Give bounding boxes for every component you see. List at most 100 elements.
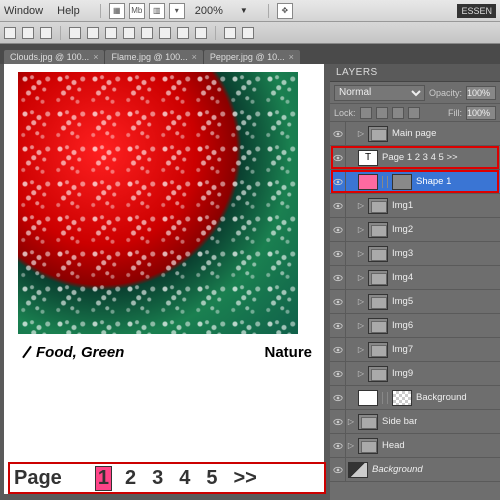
tool-icon[interactable] <box>224 27 236 39</box>
lock-all-icon[interactable] <box>408 107 420 119</box>
document[interactable]: Food, Green Nature Page 1 2 3 4 5 >> <box>4 64 324 494</box>
page-number[interactable]: 4 <box>177 467 192 490</box>
layer-row[interactable]: ▷Head <box>330 434 500 458</box>
disclosure-icon[interactable]: ▷ <box>356 345 366 354</box>
document-tab[interactable]: Pepper.jpg @ 10...× <box>204 50 300 64</box>
menu-window[interactable]: Window <box>4 5 43 17</box>
lock-pixels-icon[interactable] <box>376 107 388 119</box>
hand-icon[interactable]: ✥ <box>277 3 293 19</box>
layer-row[interactable]: ▷ Img1 <box>330 194 500 218</box>
layer-row[interactable]: TPage 1 2 3 4 5 >> <box>330 146 500 170</box>
tool-icon[interactable] <box>177 27 189 39</box>
zoom-level[interactable]: 200% <box>195 5 223 17</box>
visibility-eye-icon[interactable] <box>330 242 346 265</box>
tool-icon[interactable] <box>159 27 171 39</box>
tool-icon[interactable] <box>22 27 34 39</box>
disclosure-icon[interactable]: ▷ <box>356 273 366 282</box>
page-number[interactable]: 2 <box>123 467 138 490</box>
layer-name: Img1 <box>392 200 413 211</box>
page-number-active[interactable]: 1 <box>96 467 111 490</box>
disclosure-icon[interactable]: ▷ <box>356 225 366 234</box>
layer-row[interactable]: ▷Img7 <box>330 338 500 362</box>
link-icon <box>382 392 388 404</box>
disclosure-icon[interactable]: ▷ <box>356 321 366 330</box>
disclosure-icon[interactable]: ▷ <box>356 249 366 258</box>
shape-thumb <box>358 174 378 190</box>
tool-icon[interactable] <box>87 27 99 39</box>
visibility-eye-icon[interactable] <box>330 362 346 385</box>
visibility-eye-icon[interactable] <box>330 338 346 361</box>
layer-row[interactable]: ▷Side bar <box>330 410 500 434</box>
disclosure-icon[interactable]: ▷ <box>356 201 366 210</box>
visibility-eye-icon[interactable] <box>330 170 346 193</box>
zoom-dropdown-icon[interactable]: ▼ <box>240 6 248 15</box>
layer-row[interactable]: ▷ Main page <box>330 122 500 146</box>
folder-icon <box>368 126 388 142</box>
layer-row[interactable]: ▷ Img6 <box>330 314 500 338</box>
visibility-eye-icon[interactable] <box>330 218 346 241</box>
document-tab[interactable]: Flame.jpg @ 100... × <box>105 50 202 64</box>
tool-icon[interactable] <box>4 27 16 39</box>
visibility-eye-icon[interactable] <box>330 266 346 289</box>
tool-icon[interactable] <box>69 27 81 39</box>
visibility-eye-icon[interactable] <box>330 122 346 145</box>
page-next[interactable]: >> <box>231 467 258 490</box>
close-icon[interactable]: × <box>93 52 98 62</box>
close-icon[interactable]: × <box>289 52 294 62</box>
disclosure-icon[interactable]: ▷ <box>356 129 366 138</box>
workspace-label[interactable]: ESSEN <box>457 4 496 18</box>
page-number[interactable]: 5 <box>204 467 219 490</box>
tool-icon[interactable] <box>242 27 254 39</box>
layer-row[interactable]: Background <box>330 386 500 410</box>
layer-row[interactable]: Background <box>330 458 500 482</box>
menu-help[interactable]: Help <box>57 5 80 17</box>
lock-transparent-icon[interactable] <box>360 107 372 119</box>
visibility-eye-icon[interactable] <box>330 194 346 217</box>
layer-name: Img2 <box>392 224 413 235</box>
disclosure-icon[interactable]: ▷ <box>356 369 366 378</box>
view-extras-icon[interactable]: ▥ <box>149 3 165 19</box>
separator <box>60 26 61 40</box>
blend-mode-select[interactable]: Normal <box>334 85 425 101</box>
minibridge-icon[interactable]: Mb <box>129 3 145 19</box>
close-icon[interactable]: × <box>192 52 197 62</box>
layer-row[interactable]: ▷Img4 <box>330 266 500 290</box>
visibility-eye-icon[interactable] <box>330 458 346 481</box>
visibility-eye-icon[interactable] <box>330 386 346 409</box>
visibility-eye-icon[interactable] <box>330 314 346 337</box>
bridge-icon[interactable]: ▦ <box>109 3 125 19</box>
layer-row[interactable]: ▷Img9 <box>330 362 500 386</box>
layer-row[interactable]: ▷Img5 <box>330 290 500 314</box>
folder-icon <box>368 366 388 382</box>
page-number[interactable]: 3 <box>150 467 165 490</box>
lock-position-icon[interactable] <box>392 107 404 119</box>
layer-row[interactable]: Shape 1 <box>330 170 500 194</box>
visibility-eye-icon[interactable] <box>330 434 346 457</box>
fill-input[interactable] <box>466 106 496 120</box>
layer-name: Img6 <box>392 320 413 331</box>
visibility-eye-icon[interactable] <box>330 290 346 313</box>
tool-icon[interactable] <box>195 27 207 39</box>
page-numbers: 1 2 3 4 5 >> <box>96 467 259 490</box>
tool-icon[interactable] <box>40 27 52 39</box>
opacity-input[interactable] <box>466 86 496 100</box>
disclosure-icon[interactable]: ▷ <box>346 417 356 426</box>
layer-row[interactable]: ▷Img3 <box>330 242 500 266</box>
layers-panel-title[interactable]: LAYERS <box>330 64 500 82</box>
tool-icon[interactable] <box>105 27 117 39</box>
canvas-area: Food, Green Nature Page 1 2 3 4 5 >> <box>0 64 330 500</box>
tab-label: Flame.jpg @ 100... <box>111 52 187 62</box>
mask-thumb <box>392 390 412 406</box>
arrange-icon[interactable]: ▾ <box>169 3 185 19</box>
document-tab[interactable]: Clouds.jpg @ 100...× <box>4 50 104 64</box>
visibility-eye-icon[interactable] <box>330 410 346 433</box>
fill-label: Fill: <box>448 108 462 118</box>
tool-icon[interactable] <box>141 27 153 39</box>
folder-icon <box>368 294 388 310</box>
layer-row[interactable]: ▷ Img2 <box>330 218 500 242</box>
tool-icon[interactable] <box>123 27 135 39</box>
disclosure-icon[interactable]: ▷ <box>356 297 366 306</box>
disclosure-icon[interactable]: ▷ <box>346 441 356 450</box>
layer-name: Main page <box>392 128 436 139</box>
visibility-eye-icon[interactable] <box>330 146 346 169</box>
